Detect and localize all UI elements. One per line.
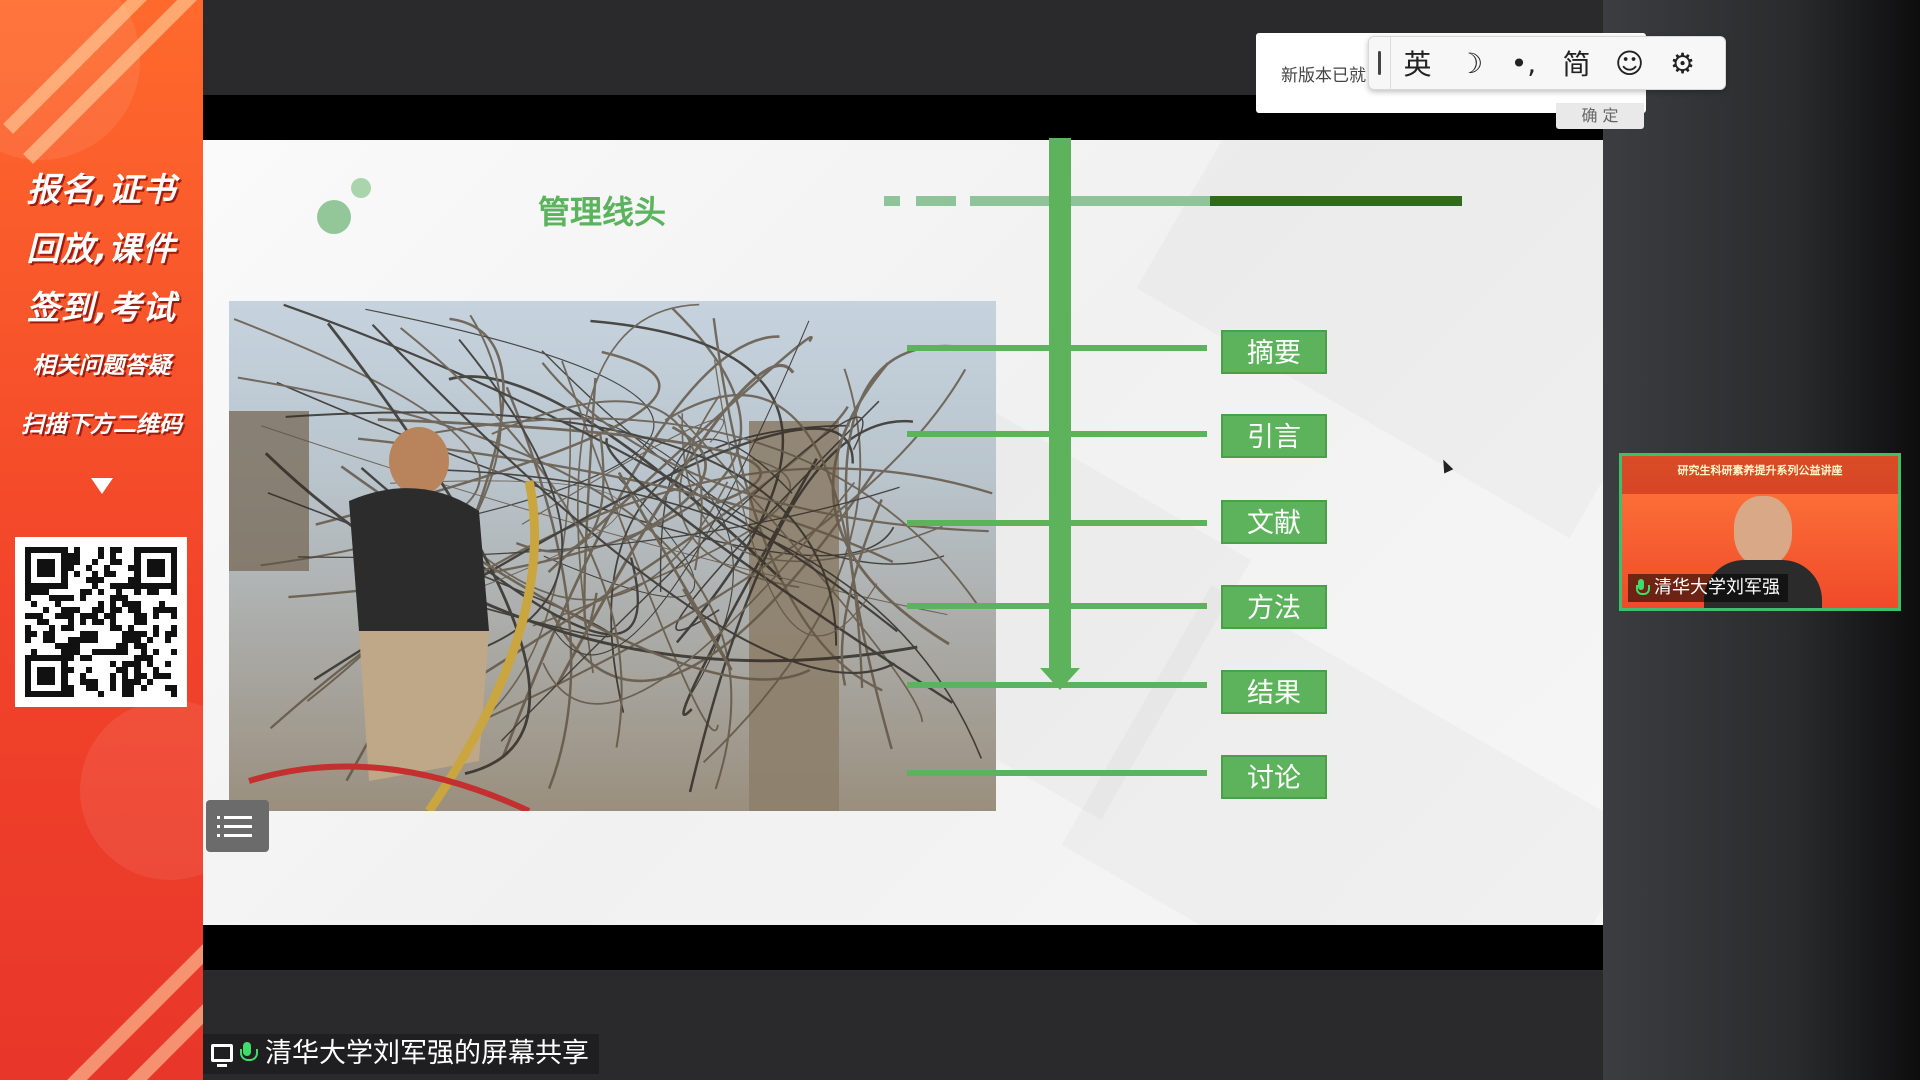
ime-toolbar: 英 ☽ •, 简 ☺ ⚙	[1368, 36, 1726, 90]
language-toggle-button[interactable]: 英	[1391, 37, 1444, 89]
diagram-branch	[907, 682, 1207, 688]
slide-title: 管理线头	[538, 193, 667, 231]
diagram-branch	[907, 770, 1207, 776]
speaker-name: 清华大学刘军强	[1654, 577, 1780, 598]
list-icon	[216, 833, 252, 837]
diagram-branch	[907, 520, 1207, 526]
promo-stripe	[53, 910, 203, 1080]
qr-code-pattern	[25, 547, 177, 697]
promo-line: 签到,考试	[26, 288, 177, 327]
video-banner-text: 研究生科研素养提升系列公益讲座	[1677, 464, 1843, 477]
speaker-name-tag: 清华大学刘军强	[1628, 574, 1788, 602]
promo-banner: 报名,证书 回放,课件 签到,考试 相关问题答疑 扫描下方二维码	[0, 0, 203, 1080]
title-rule	[1210, 196, 1462, 206]
diagram-branch	[907, 431, 1207, 437]
decor-dot	[351, 178, 371, 198]
promo-line: 扫描下方二维码	[21, 412, 182, 438]
speaker-video-tile[interactable]: 研究生科研素养提升系列公益讲座 清华大学刘军强	[1619, 453, 1901, 611]
punctuation-icon[interactable]: •,	[1497, 37, 1550, 89]
promo-line: 回放,课件	[26, 229, 177, 268]
presentation-slide: 管理线头	[203, 140, 1603, 925]
stage-label-discussion: 讨论	[1221, 755, 1327, 799]
drag-handle[interactable]	[1369, 37, 1391, 89]
title-rule	[916, 196, 956, 206]
letterbox-bottom	[203, 925, 1603, 970]
list-icon	[216, 824, 252, 828]
meeting-window: 报名,证书 回放,课件 签到,考试 相关问题答疑 扫描下方二维码 管理线头 摘要…	[0, 0, 1920, 1080]
qr-code[interactable]	[15, 537, 187, 707]
title-rule	[970, 196, 1210, 206]
confirm-button[interactable]: 确 定	[1556, 103, 1644, 129]
screen-share-label: 清华大学刘军强的屏幕共享	[203, 1034, 599, 1074]
moon-icon[interactable]: ☽	[1444, 37, 1497, 89]
grip-icon	[1378, 51, 1381, 75]
diagram-branch	[907, 345, 1207, 351]
list-icon	[216, 815, 252, 819]
diagram-spine	[1049, 138, 1071, 678]
simplified-chinese-button[interactable]: 简	[1550, 37, 1603, 89]
screen-share-icon	[211, 1044, 233, 1067]
promo-line: 报名,证书	[26, 170, 177, 209]
stage-label-abstract: 摘要	[1221, 330, 1327, 374]
promo-line: 相关问题答疑	[32, 353, 171, 379]
slide-outline-button[interactable]	[206, 800, 269, 852]
stage-label-introduction: 引言	[1221, 414, 1327, 458]
microphone-icon	[240, 1042, 258, 1066]
promo-circle	[80, 700, 203, 880]
diagram-branch	[907, 603, 1207, 609]
decor-dot	[317, 200, 351, 234]
stage-label-methods: 方法	[1221, 585, 1327, 629]
speaker-avatar	[1734, 496, 1792, 566]
screen-share-text: 清华大学刘军强的屏幕共享	[265, 1038, 589, 1069]
notification-text: 新版本已就	[1281, 66, 1366, 86]
microphone-icon	[1636, 579, 1650, 597]
stage-label-literature: 文献	[1221, 500, 1327, 544]
stage-label-results: 结果	[1221, 670, 1327, 714]
gear-icon[interactable]: ⚙	[1656, 37, 1709, 89]
title-rule	[884, 196, 900, 206]
photo-illustration	[229, 303, 993, 811]
video-banner: 研究生科研素养提升系列公益讲座	[1622, 456, 1898, 494]
down-arrow-icon	[91, 478, 113, 494]
emoji-icon[interactable]: ☺	[1603, 37, 1656, 89]
tangled-wires-photo	[229, 301, 996, 811]
